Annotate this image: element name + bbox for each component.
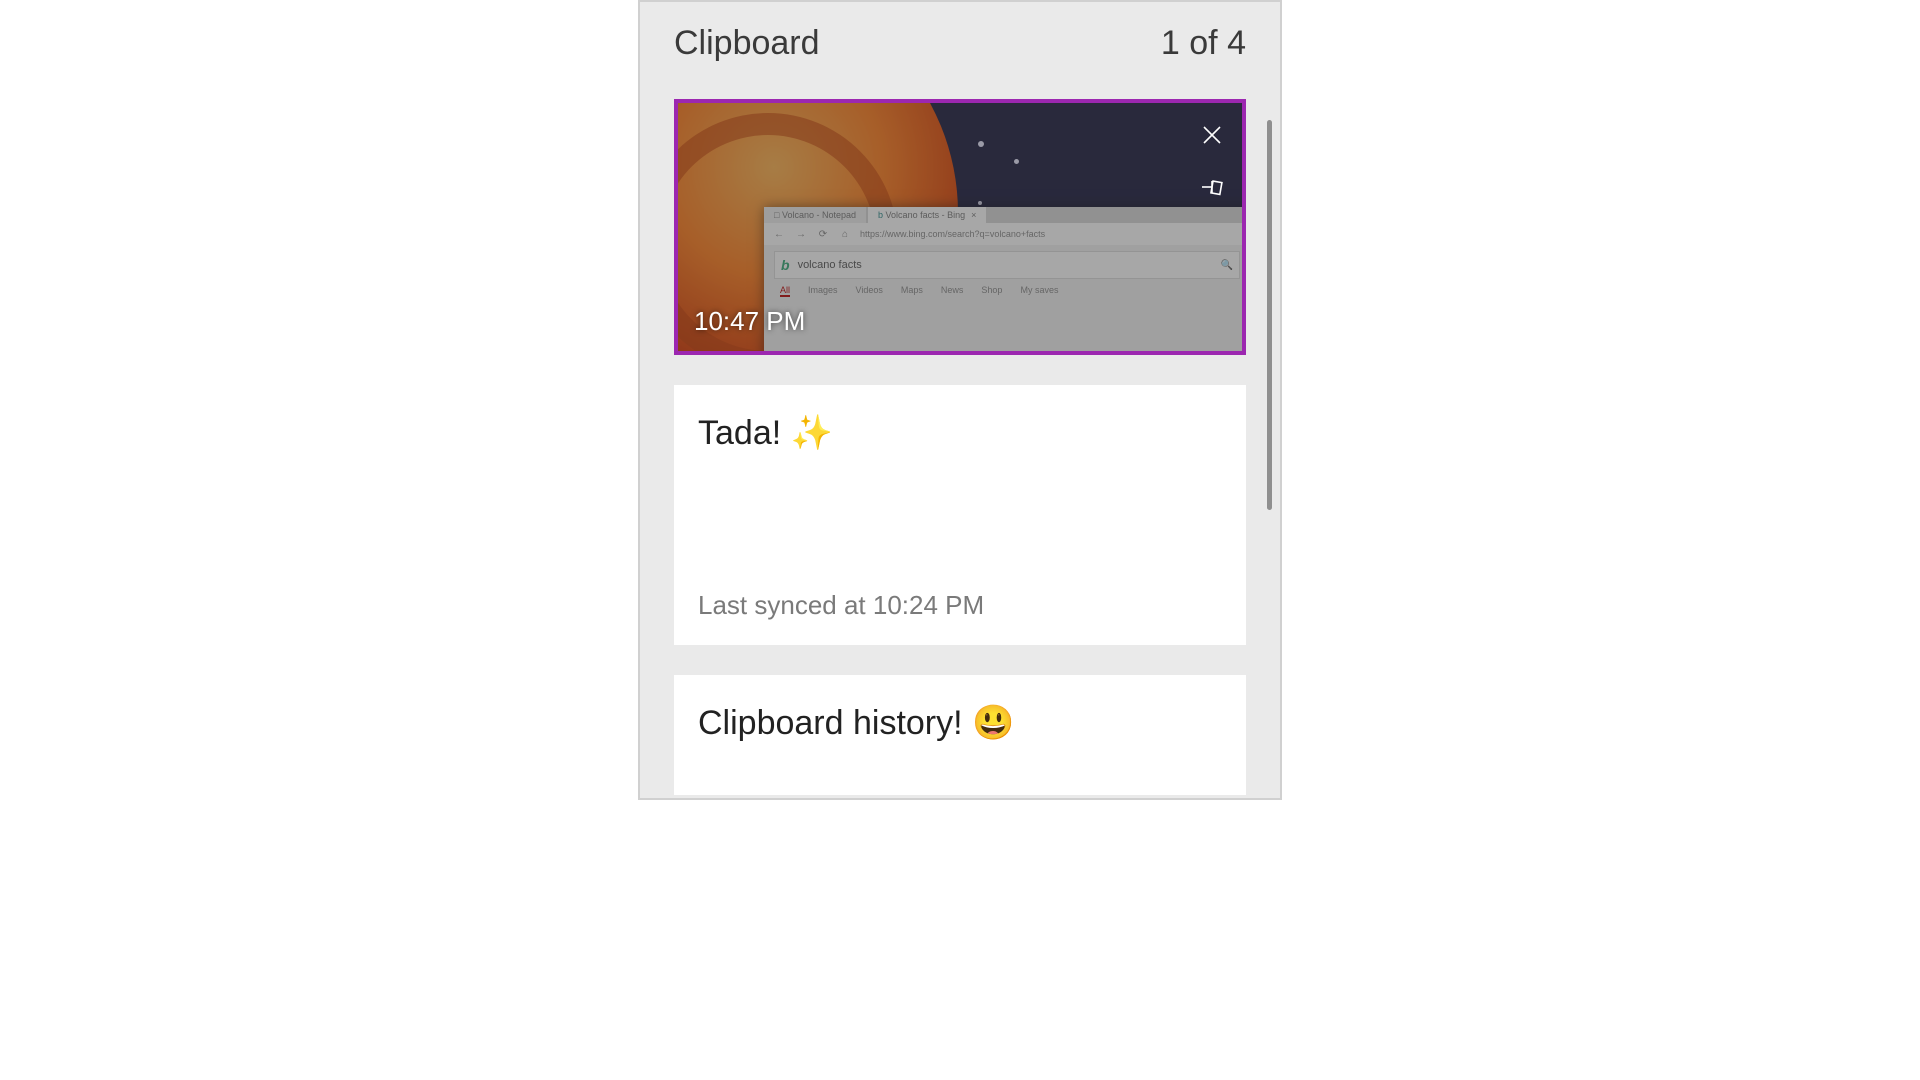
item-position: 1 of 4 xyxy=(1161,24,1246,63)
clip-item-text[interactable]: Tada! ✨ Last synced at 10:24 PM xyxy=(674,385,1246,645)
clip-item-text[interactable]: Clipboard history! 😃 xyxy=(674,675,1246,795)
clipboard-panel: Clipboard 1 of 4 □ Volcano - Notepad b V… xyxy=(638,0,1282,800)
clip-content: Clipboard history! 😃 xyxy=(698,703,1222,743)
clip-list: □ Volcano - Notepad b Volcano facts - Bi… xyxy=(640,81,1280,800)
panel-title: Clipboard xyxy=(674,24,820,63)
close-icon[interactable] xyxy=(1200,123,1224,147)
clip-timestamp: 10:47 PM xyxy=(694,306,805,337)
scrollbar[interactable] xyxy=(1267,120,1272,510)
panel-header: Clipboard 1 of 4 xyxy=(640,2,1280,81)
clip-content: Tada! ✨ xyxy=(698,413,1222,453)
clip-item-image[interactable]: □ Volcano - Notepad b Volcano facts - Bi… xyxy=(674,99,1246,355)
pin-icon[interactable] xyxy=(1200,175,1224,199)
clip-sync-status: Last synced at 10:24 PM xyxy=(698,590,1222,621)
